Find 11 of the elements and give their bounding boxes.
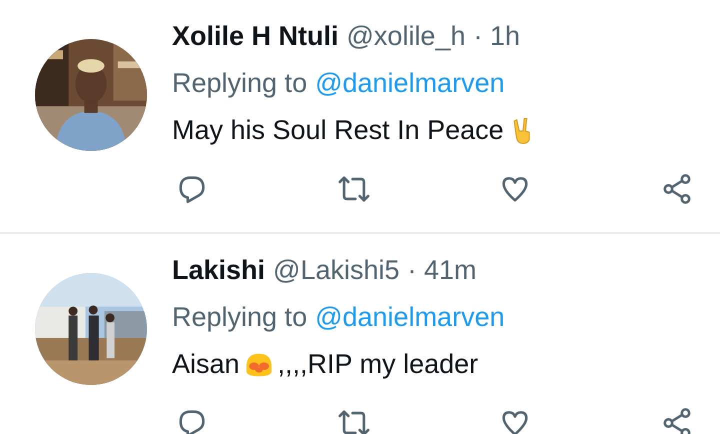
tweet-time[interactable]: · 41m — [408, 247, 477, 294]
tweet-text: May his Soul Rest In Peace — [172, 114, 504, 147]
tweet-text: ,,,,RIP my leader — [278, 348, 478, 381]
tweet-text: Aisan — [172, 348, 240, 381]
replying-label: Replying to — [172, 67, 308, 100]
user-name[interactable]: Xolile H Ntuli — [172, 13, 339, 60]
replying-label: Replying to — [172, 301, 308, 334]
user-handle[interactable]: @xolile_h — [346, 13, 466, 60]
user-handle[interactable]: @Lakishi5 — [273, 247, 400, 294]
tweet-time[interactable]: · 1h — [473, 13, 520, 60]
user-name[interactable]: Lakishi — [172, 247, 266, 294]
